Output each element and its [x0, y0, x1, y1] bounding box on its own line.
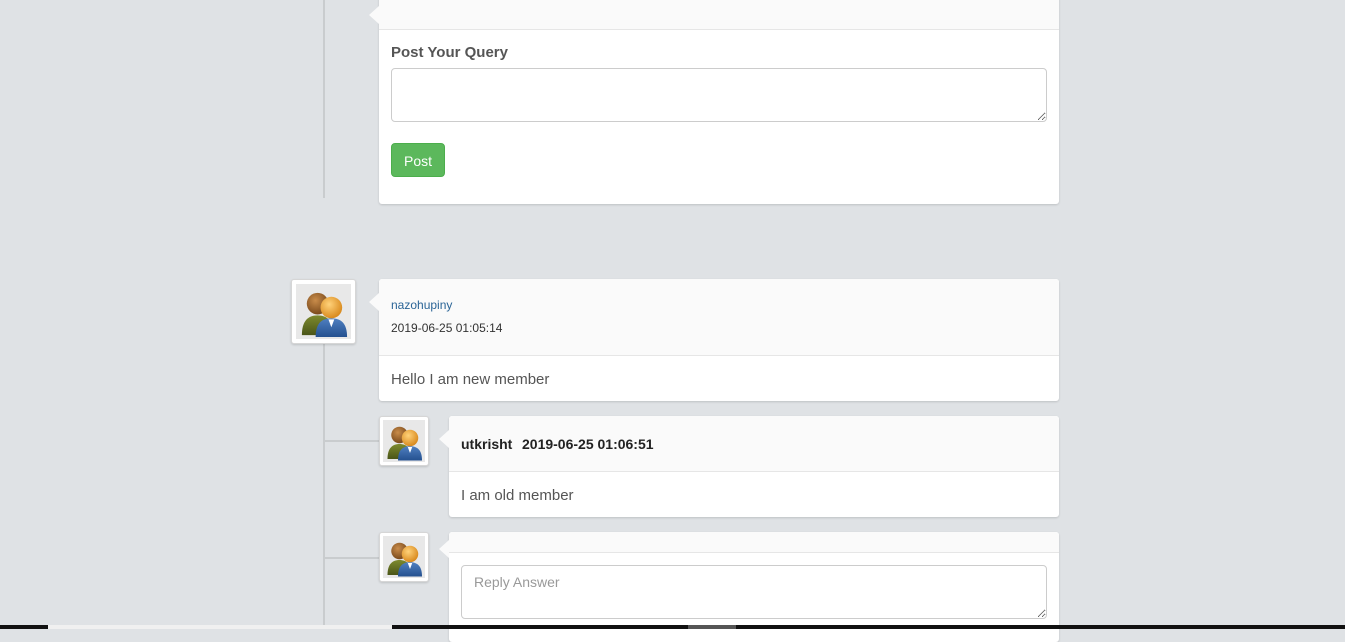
query-label: Post Your Query — [391, 44, 508, 61]
reply-answer-header — [449, 532, 1059, 553]
taskbar-segment — [48, 625, 392, 629]
timeline-branch-answer — [325, 557, 379, 559]
post-avatar — [291, 279, 356, 344]
query-form-header — [379, 0, 1059, 30]
reply-panel: utkrisht 2019-06-25 01:06:51 I am old me… — [439, 416, 1059, 517]
users-group-icon — [296, 284, 351, 339]
taskbar-segment — [688, 625, 736, 629]
post-author-link[interactable]: nazohupiny — [391, 298, 452, 312]
users-group-icon — [383, 420, 425, 462]
query-textarea[interactable] — [391, 68, 1047, 122]
panel-arrow — [369, 293, 379, 311]
timeline-line-top — [323, 0, 325, 198]
post-panel: nazohupiny 2019-06-25 01:05:14 Hello I a… — [369, 279, 1059, 401]
taskbar-strip — [0, 625, 1345, 629]
post-body: Hello I am new member — [391, 371, 550, 388]
timeline-branch-reply — [325, 440, 379, 442]
query-form-panel: Post Your Query Post — [369, 0, 1059, 204]
post-timestamp: 2019-06-25 01:05:14 — [391, 321, 503, 335]
post-button[interactable]: Post — [391, 143, 445, 177]
reply-timestamp: 2019-06-25 01:06:51 — [522, 436, 654, 452]
reply-avatar — [379, 416, 429, 466]
post-header — [379, 279, 1059, 356]
panel-arrow — [439, 430, 449, 448]
panel-arrow — [439, 540, 449, 558]
panel-arrow — [369, 6, 379, 24]
reply-answer-textarea[interactable] — [461, 565, 1047, 619]
users-group-icon — [383, 536, 425, 578]
reply-body: I am old member — [461, 487, 574, 504]
timeline-line-thread — [323, 342, 325, 629]
reply-author: utkrisht — [461, 436, 513, 452]
answer-avatar — [379, 532, 429, 582]
